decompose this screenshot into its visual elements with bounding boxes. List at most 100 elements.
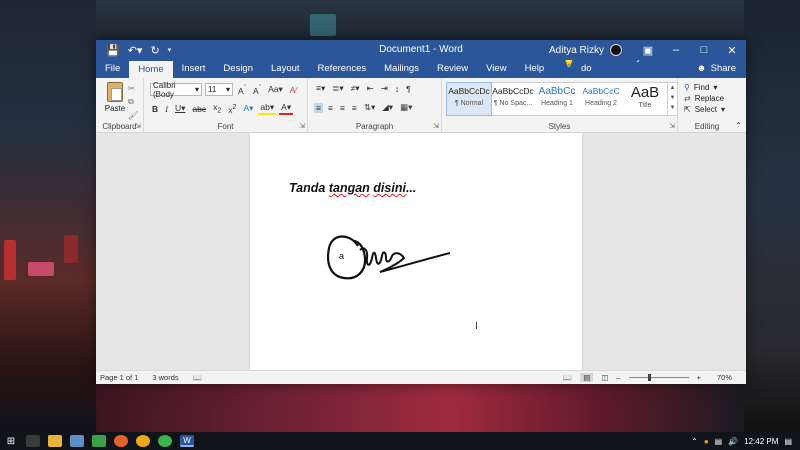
word-taskbar-icon[interactable]: W bbox=[180, 435, 194, 447]
volume-icon[interactable]: 🔊 bbox=[728, 437, 738, 446]
align-left-icon[interactable]: ≡ bbox=[314, 102, 323, 113]
cut-icon[interactable]: ✂ bbox=[128, 84, 138, 93]
web-layout-icon[interactable]: ◫ bbox=[601, 373, 608, 382]
align-center-icon[interactable]: ≡ bbox=[326, 103, 335, 113]
minimize-icon[interactable]: – bbox=[662, 44, 690, 56]
justify-icon[interactable]: ≡ bbox=[350, 103, 359, 113]
font-launcher-icon[interactable]: ⇲ bbox=[299, 122, 305, 130]
paragraph-launcher-icon[interactable]: ⇲ bbox=[433, 122, 439, 130]
tab-references[interactable]: References bbox=[309, 63, 376, 78]
format-painter-icon[interactable]: 🖌 bbox=[128, 111, 138, 120]
tab-design[interactable]: Design bbox=[214, 63, 262, 78]
text-effects-icon[interactable]: A▾ bbox=[241, 103, 255, 114]
bold-icon[interactable]: B bbox=[150, 104, 160, 114]
replace-button[interactable]: ⇄ Replace bbox=[678, 93, 736, 104]
pilcrow-icon[interactable]: ¶ bbox=[404, 84, 413, 94]
tab-home[interactable]: Home bbox=[129, 61, 173, 78]
page-count[interactable]: Page 1 of 1 bbox=[100, 373, 138, 382]
font-color-icon[interactable]: A▾ bbox=[279, 102, 294, 115]
proofing-icon[interactable]: 📖 bbox=[193, 373, 202, 382]
strikethrough-icon[interactable]: abc bbox=[190, 104, 208, 114]
select-icon: ⇱ bbox=[684, 105, 691, 114]
clock[interactable]: 12:42 PM bbox=[744, 437, 778, 446]
select-button[interactable]: ⇱ Select ▾ bbox=[678, 104, 736, 115]
grow-font-icon[interactable]: Aˆ bbox=[236, 84, 248, 96]
styles-launcher-icon[interactable]: ⇲ bbox=[669, 122, 675, 130]
style-title[interactable]: AaB Title bbox=[623, 83, 667, 115]
font-group: Calibri (Body ▾ 11 ▾ Aˆ Aˇ Aa▾ A∕ B I U▾… bbox=[144, 78, 308, 132]
align-right-icon[interactable]: ≡ bbox=[338, 103, 347, 113]
tab-file[interactable]: File bbox=[96, 63, 129, 78]
network-icon[interactable]: ▤ bbox=[715, 437, 723, 446]
signature-image[interactable]: a bbox=[320, 228, 460, 293]
user-name[interactable]: Aditya Rizky bbox=[549, 45, 604, 56]
italic-icon[interactable]: I bbox=[163, 104, 170, 114]
zoom-in-icon[interactable]: + bbox=[697, 373, 701, 382]
windows-start-icon[interactable]: ⊞ bbox=[4, 435, 18, 447]
app-icon[interactable] bbox=[70, 435, 84, 447]
save-icon[interactable]: 💾 bbox=[106, 44, 120, 57]
ribbon-display-icon[interactable]: ▣ bbox=[634, 44, 662, 57]
change-case-icon[interactable]: Aa▾ bbox=[266, 84, 285, 95]
app-tray-icon[interactable]: ● bbox=[704, 437, 709, 446]
subscript-icon[interactable]: x2 bbox=[211, 102, 223, 115]
style-heading-2[interactable]: AaBbCcC Heading 2 bbox=[579, 83, 623, 115]
paste-button[interactable]: Paste bbox=[104, 82, 126, 113]
sort-icon[interactable]: ↕ bbox=[393, 84, 401, 94]
shading-icon[interactable]: ◢▾ bbox=[380, 102, 395, 113]
browser-icon[interactable] bbox=[114, 435, 128, 447]
numbering-icon[interactable]: ≣▾ bbox=[330, 83, 345, 94]
zoom-out-icon[interactable]: – bbox=[616, 373, 620, 382]
clipboard-launcher-icon[interactable]: ⇲ bbox=[135, 122, 141, 130]
share-button[interactable]: ☻ Share bbox=[687, 63, 746, 78]
read-mode-icon[interactable]: 📖 bbox=[563, 373, 572, 382]
tab-mailings[interactable]: Mailings bbox=[375, 63, 428, 78]
print-layout-icon[interactable]: ▤ bbox=[580, 373, 594, 382]
clear-formatting-icon[interactable]: A∕ bbox=[288, 85, 299, 95]
zoom-level[interactable]: 70% bbox=[717, 373, 732, 382]
avatar[interactable] bbox=[610, 44, 622, 56]
font-size-box[interactable]: 11 ▾ bbox=[205, 83, 233, 96]
tab-view[interactable]: View bbox=[477, 63, 515, 78]
decrease-indent-icon[interactable]: ⇤ bbox=[365, 83, 376, 94]
tab-insert[interactable]: Insert bbox=[173, 63, 215, 78]
borders-icon[interactable]: ▦▾ bbox=[398, 102, 414, 113]
zoom-slider[interactable] bbox=[628, 374, 689, 381]
wallpaper-bottom bbox=[96, 384, 744, 432]
search-icon[interactable] bbox=[26, 435, 40, 447]
word-count[interactable]: 3 words bbox=[152, 373, 178, 382]
document-page[interactable]: Tanda tangan disini... a bbox=[250, 133, 582, 370]
app-icon[interactable] bbox=[92, 435, 106, 447]
undo-icon[interactable]: ↶▾ bbox=[128, 44, 143, 57]
style-no-spacing[interactable]: AaBbCcDc ¶ No Spac... bbox=[491, 83, 535, 115]
style-normal[interactable]: AaBbCcDc ¶ Normal bbox=[446, 82, 492, 116]
chat-icon[interactable] bbox=[158, 435, 172, 447]
styles-scroll[interactable]: ▲ ▼ ▼ bbox=[667, 83, 677, 115]
document-text[interactable]: Tanda tangan disini... bbox=[289, 181, 416, 195]
collapse-ribbon-icon[interactable]: ⌃ bbox=[735, 121, 742, 130]
highlight-icon[interactable]: ab▾ bbox=[258, 102, 277, 115]
tab-help[interactable]: Help bbox=[516, 63, 554, 78]
superscript-icon[interactable]: x2 bbox=[226, 103, 238, 115]
font-name-box[interactable]: Calibri (Body ▾ bbox=[150, 81, 202, 99]
find-button[interactable]: ⚲ Find ▾ bbox=[678, 82, 736, 93]
app-icon[interactable] bbox=[136, 435, 150, 447]
tab-layout[interactable]: Layout bbox=[262, 63, 309, 78]
notifications-icon[interactable]: ▤ bbox=[784, 437, 792, 446]
file-explorer-icon[interactable] bbox=[48, 435, 62, 447]
style-heading-1[interactable]: AaBbCc Heading 1 bbox=[535, 83, 579, 115]
bullets-icon[interactable]: ≡▾ bbox=[314, 83, 327, 94]
underline-icon[interactable]: U▾ bbox=[173, 103, 187, 114]
shrink-font-icon[interactable]: Aˇ bbox=[251, 84, 263, 96]
tab-review[interactable]: Review bbox=[428, 63, 477, 78]
redo-icon[interactable]: ↻ bbox=[150, 44, 159, 57]
increase-indent-icon[interactable]: ⇥ bbox=[379, 83, 390, 94]
copy-icon[interactable]: ⧉ bbox=[128, 97, 138, 107]
close-icon[interactable]: ✕ bbox=[718, 44, 746, 57]
maximize-icon[interactable]: □ bbox=[690, 44, 718, 56]
chevron-up-icon[interactable]: ⌃ bbox=[691, 437, 698, 446]
line-spacing-icon[interactable]: ⇅▾ bbox=[362, 102, 377, 113]
multilevel-list-icon[interactable]: ≠▾ bbox=[349, 83, 362, 94]
customize-toolbar-icon[interactable]: ▾ bbox=[168, 46, 172, 54]
zoom-slider-thumb[interactable] bbox=[647, 374, 651, 381]
